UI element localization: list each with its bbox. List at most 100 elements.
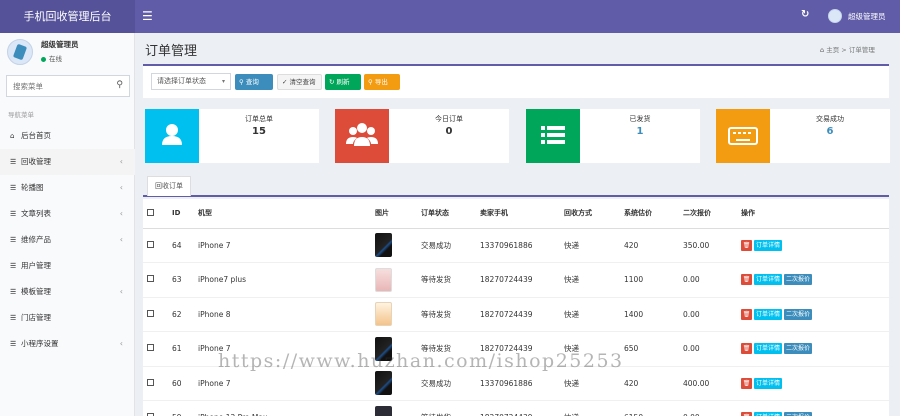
cell-id: 62 xyxy=(168,297,194,332)
chevron-left-icon: ‹ xyxy=(119,287,123,296)
delete-button[interactable]: 🗑 xyxy=(741,308,752,320)
stat-value: 1 xyxy=(636,126,644,137)
breadcrumb-home[interactable]: 主页 xyxy=(826,46,839,54)
tab-recycle-orders[interactable]: 回收订单 xyxy=(147,176,191,196)
row-checkbox[interactable] xyxy=(147,309,154,317)
cell-estimate: 420 xyxy=(620,366,679,401)
phone-image[interactable] xyxy=(375,267,392,292)
list-icon: ☰ xyxy=(10,262,17,270)
cell-id: 60 xyxy=(168,366,194,401)
order-detail-button[interactable]: 订单详情 xyxy=(754,377,783,389)
eraser-icon: ✓ xyxy=(282,78,288,86)
users-icon xyxy=(335,109,389,163)
home-icon: ⌂ xyxy=(820,46,825,54)
delete-button[interactable]: 🗑 xyxy=(741,274,752,286)
cell-phone: 13370961886 xyxy=(476,228,560,263)
col-id[interactable]: ID xyxy=(168,199,194,229)
list-icon xyxy=(526,109,580,163)
row-checkbox[interactable] xyxy=(147,240,154,248)
second-quote-button[interactable]: 二次报价 xyxy=(784,343,813,355)
export-button[interactable]: ⚲ 导出 xyxy=(364,74,400,90)
phone-image[interactable] xyxy=(375,233,392,258)
menu-icon[interactable]: ☰ xyxy=(142,9,153,23)
sidebar-item-articles[interactable]: ☰ 文章列表 ‹ xyxy=(0,201,135,227)
sidebar-item-users[interactable]: ☰ 用户管理 xyxy=(0,253,135,279)
stat-value: 15 xyxy=(252,126,266,137)
list-icon: ☰ xyxy=(10,314,17,322)
order-detail-button[interactable]: 订单详情 xyxy=(754,308,783,320)
caret-down-icon: ▾ xyxy=(221,78,225,85)
avatar[interactable] xyxy=(828,9,842,23)
list-icon: ☰ xyxy=(10,184,17,192)
cell-model: iPhone 8 xyxy=(194,297,371,332)
sidebar-user-name: 超级管理员 xyxy=(41,40,79,49)
row-checkbox[interactable] xyxy=(147,275,154,283)
cell-method: 快递 xyxy=(560,400,620,416)
delete-button[interactable]: 🗑 xyxy=(741,412,752,416)
col-phone[interactable]: 卖家手机 xyxy=(476,199,560,229)
cell-model: iPhone7 plus xyxy=(194,262,371,298)
cell-phone: 18270724439 xyxy=(476,400,560,416)
cell-estimate: 420 xyxy=(620,228,679,263)
cell-quote: 0.00 xyxy=(679,331,737,367)
stat-total-orders: 订单总单 15 xyxy=(145,109,319,163)
search-icon[interactable]: ⚲ xyxy=(116,80,123,90)
cell-status: 等待发货 xyxy=(417,262,476,298)
sidebar-item-repair[interactable]: ☰ 维修产品 ‹ xyxy=(0,227,135,253)
refresh-button[interactable]: ↻ 刷新 xyxy=(325,74,361,90)
cell-method: 快递 xyxy=(560,228,620,263)
header-user-name[interactable]: 超级管理员 xyxy=(848,11,886,22)
phone-image[interactable] xyxy=(375,371,392,396)
sidebar-item-stores[interactable]: ☰ 门店管理 xyxy=(0,305,135,331)
delete-button[interactable]: 🗑 xyxy=(741,377,752,389)
cell-id: 64 xyxy=(168,228,194,263)
col-quote[interactable]: 二次报价 xyxy=(679,199,737,229)
row-checkbox[interactable] xyxy=(147,344,154,352)
sidebar-item-carousel[interactable]: ☰ 轮播图 ‹ xyxy=(0,175,135,201)
col-estimate[interactable]: 系统估价 xyxy=(620,199,679,229)
tab-bar: 回收订单 xyxy=(143,173,889,197)
select-all-checkbox[interactable] xyxy=(147,208,154,216)
cell-estimate: 1400 xyxy=(620,297,679,332)
cell-id: 59 xyxy=(168,400,194,416)
col-method[interactable]: 回收方式 xyxy=(560,199,620,229)
row-checkbox[interactable] xyxy=(147,378,154,386)
cell-model: iPhone 12 Pro Max xyxy=(194,400,371,416)
sidebar-item-home[interactable]: ⌂ 后台首页 xyxy=(0,123,135,149)
sidebar-item-recycle[interactable]: ☰ 回收管理 ‹ xyxy=(0,149,135,175)
home-icon: ⌂ xyxy=(10,132,15,140)
stat-value: 6 xyxy=(826,126,834,137)
clear-query-button[interactable]: ✓ 清空查询 xyxy=(277,74,322,90)
order-status-select[interactable]: 请选择订单状态 ▾ xyxy=(151,73,231,90)
delete-button[interactable]: 🗑 xyxy=(741,239,752,251)
cell-estimate: 650 xyxy=(620,331,679,367)
order-detail-button[interactable]: 订单详情 xyxy=(754,412,783,416)
col-status[interactable]: 订单状态 xyxy=(417,199,476,229)
second-quote-button[interactable]: 二次报价 xyxy=(784,412,813,416)
sidebar-item-templates[interactable]: ☰ 模板管理 ‹ xyxy=(0,279,135,305)
app-logo[interactable]: 手机回收管理后台 xyxy=(0,0,135,33)
keyboard-icon xyxy=(716,109,770,163)
order-detail-button[interactable]: 订单详情 xyxy=(754,239,783,251)
refresh-icon[interactable]: ↻ xyxy=(801,9,809,20)
delete-button[interactable]: 🗑 xyxy=(741,343,752,355)
table-row: 63 iPhone7 plus 等待发货 18270724439 快递 1100… xyxy=(143,262,889,298)
table-row: 62 iPhone 8 等待发货 18270724439 快递 1400 0.0… xyxy=(143,297,889,332)
order-detail-button[interactable]: 订单详情 xyxy=(754,343,783,355)
chevron-left-icon: ‹ xyxy=(119,209,123,218)
phone-image[interactable] xyxy=(375,302,392,327)
sidebar-item-miniapp[interactable]: ☰ 小程序设置 ‹ xyxy=(0,331,135,357)
query-button[interactable]: ⚲ 查询 xyxy=(235,74,273,90)
search-input[interactable] xyxy=(7,76,107,96)
col-model[interactable]: 机型 xyxy=(194,199,371,229)
cell-quote: 400.00 xyxy=(679,366,737,401)
cell-quote: 350.00 xyxy=(679,228,737,263)
cell-phone: 18270724439 xyxy=(476,297,560,332)
stat-label: 交易成功 xyxy=(816,115,844,123)
order-detail-button[interactable]: 订单详情 xyxy=(754,274,783,286)
table-row: 59 iPhone 12 Pro Max 等待发货 18270724439 快递… xyxy=(143,400,889,416)
second-quote-button[interactable]: 二次报价 xyxy=(784,308,813,320)
phone-image[interactable] xyxy=(375,405,392,416)
cell-quote: 0.00 xyxy=(679,262,737,298)
second-quote-button[interactable]: 二次报价 xyxy=(784,274,813,286)
